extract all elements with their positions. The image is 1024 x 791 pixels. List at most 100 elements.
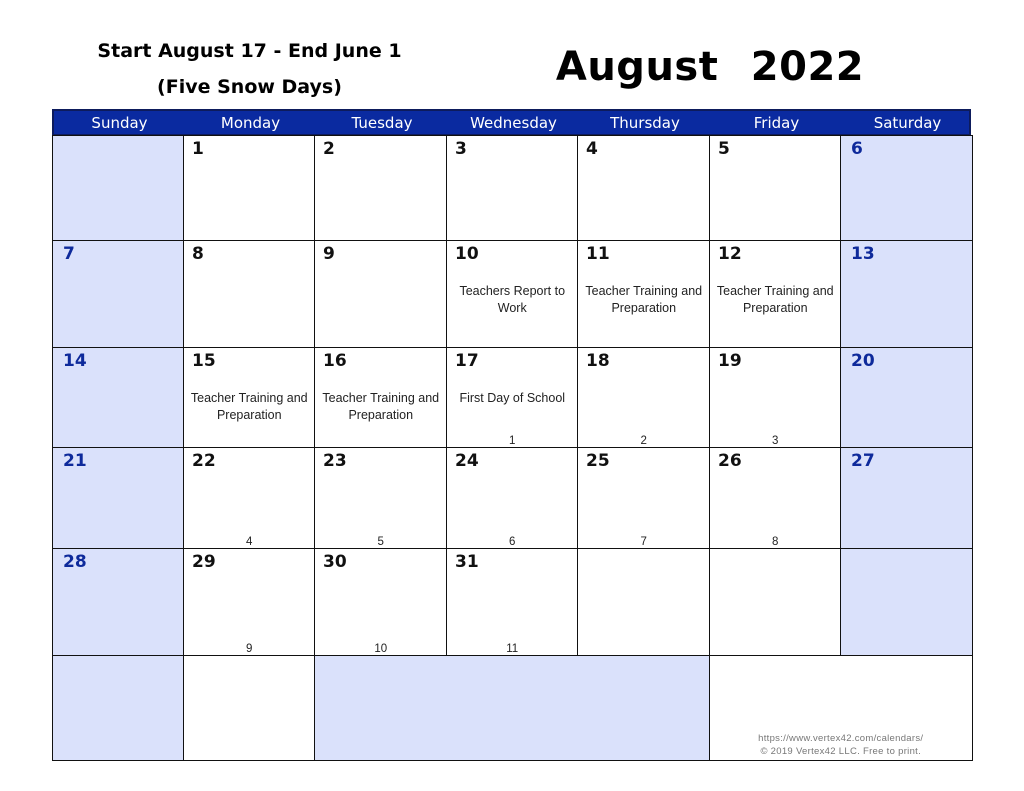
day-cell-27[interactable]: 27 bbox=[840, 447, 973, 550]
weekday-wednesday: Wednesday bbox=[470, 114, 557, 132]
day-number: 16 bbox=[323, 351, 347, 371]
day-cell-26[interactable]: 26 8 bbox=[709, 447, 842, 550]
vertex42-url-link[interactable]: https://www.vertex42.com/calendars/ bbox=[710, 732, 972, 745]
day-cell-6[interactable]: 6 bbox=[840, 135, 973, 242]
day-cell-30[interactable]: 30 10 bbox=[314, 548, 448, 657]
event-label: Teacher Training and Preparation bbox=[322, 391, 440, 422]
empty-day-cell[interactable] bbox=[52, 135, 185, 242]
day-cell-13[interactable]: 13 bbox=[840, 240, 973, 349]
day-cell-11[interactable]: 11 Teacher Training and Preparation bbox=[577, 240, 711, 349]
month-title: August 2022 bbox=[555, 44, 865, 90]
day-cell-17[interactable]: 17 First Day of School 1 bbox=[446, 347, 579, 449]
day-number: 10 bbox=[455, 244, 479, 264]
day-cell-31[interactable]: 31 11 bbox=[446, 548, 579, 657]
empty-day-cell[interactable] bbox=[709, 548, 842, 657]
weekday-saturday: Saturday bbox=[873, 114, 942, 132]
day-cell-3[interactable]: 3 bbox=[446, 135, 579, 242]
day-cell-4[interactable]: 4 bbox=[577, 135, 711, 242]
notes-cell-sunday bbox=[52, 655, 185, 761]
weekday-tuesday: Tuesday bbox=[351, 114, 413, 132]
school-day-count: 11 bbox=[506, 642, 519, 655]
day-number: 13 bbox=[851, 244, 875, 264]
day-cell-18[interactable]: 18 2 bbox=[577, 347, 711, 449]
calendar-grid: Sunday Monday Tuesday Wednesday Thursday Frid… bbox=[52, 109, 973, 761]
day-cell-8[interactable]: 8 bbox=[183, 240, 316, 349]
day-number: 7 bbox=[63, 244, 75, 264]
school-day-count: 4 bbox=[246, 535, 253, 548]
event-label: Teacher Training and Preparation bbox=[190, 391, 308, 422]
copyright-text: © 2019 Vertex42 LLC. Free to print. bbox=[760, 745, 922, 757]
notes-cell-monday bbox=[183, 655, 316, 761]
subtitle-snow-days: (Five Snow Days) bbox=[157, 76, 342, 98]
day-number: 31 bbox=[455, 552, 479, 572]
day-cell-20[interactable]: 20 bbox=[840, 347, 973, 449]
school-day-count: 9 bbox=[246, 642, 253, 655]
day-cell-9[interactable]: 9 bbox=[314, 240, 448, 349]
day-number: 30 bbox=[323, 552, 347, 572]
event-label: Teachers Report to Work bbox=[459, 284, 566, 315]
day-number: 20 bbox=[851, 351, 875, 371]
footer-cell: https://www.vertex42.com/calendars/© 201… bbox=[709, 655, 973, 761]
day-cell-28[interactable]: 28 bbox=[52, 548, 185, 657]
school-day-count: 7 bbox=[640, 535, 647, 548]
day-number: 14 bbox=[63, 351, 87, 371]
school-day-count: 3 bbox=[772, 434, 779, 447]
event-label: Teacher Training and Preparation bbox=[585, 284, 703, 315]
day-number: 17 bbox=[455, 351, 479, 371]
day-cell-10[interactable]: 10 Teachers Report to Work bbox=[446, 240, 579, 349]
day-cell-5[interactable]: 5 bbox=[709, 135, 842, 242]
empty-day-cell[interactable] bbox=[840, 548, 973, 657]
day-number: 4 bbox=[586, 139, 598, 159]
day-number: 1 bbox=[192, 139, 204, 159]
empty-day-cell[interactable] bbox=[577, 548, 711, 657]
day-cell-23[interactable]: 23 5 bbox=[314, 447, 448, 550]
day-number: 5 bbox=[718, 139, 730, 159]
school-day-count: 10 bbox=[374, 642, 388, 655]
day-cell-19[interactable]: 19 3 bbox=[709, 347, 842, 449]
day-number: 19 bbox=[718, 351, 742, 371]
day-number: 8 bbox=[192, 244, 204, 264]
subtitle-dates: Start August 17 - End June 1 bbox=[97, 40, 402, 62]
day-number: 21 bbox=[63, 451, 87, 471]
weekday-friday: Friday bbox=[753, 114, 800, 132]
day-number: 3 bbox=[455, 139, 467, 159]
school-day-count: 8 bbox=[772, 535, 779, 548]
day-number: 28 bbox=[63, 552, 87, 572]
day-number: 29 bbox=[192, 552, 216, 572]
day-cell-2[interactable]: 2 bbox=[314, 135, 448, 242]
day-number: 26 bbox=[718, 451, 742, 471]
day-cell-12[interactable]: 12 Teacher Training and Preparation bbox=[709, 240, 842, 349]
day-number: 27 bbox=[851, 451, 875, 471]
day-number: 18 bbox=[586, 351, 610, 371]
school-day-count: 1 bbox=[509, 434, 516, 447]
day-cell-21[interactable]: 21 bbox=[52, 447, 185, 550]
day-number: 24 bbox=[455, 451, 479, 471]
school-day-count: 5 bbox=[377, 535, 384, 548]
day-number: 12 bbox=[718, 244, 742, 264]
day-number: 23 bbox=[323, 451, 347, 471]
day-number: 6 bbox=[851, 139, 863, 159]
school-day-count: 2 bbox=[640, 434, 647, 447]
day-cell-22[interactable]: 22 4 bbox=[183, 447, 316, 550]
day-cell-15[interactable]: 15 Teacher Training and Preparation bbox=[183, 347, 316, 449]
day-number: 11 bbox=[586, 244, 610, 264]
day-cell-1[interactable]: 1 bbox=[183, 135, 316, 242]
day-number: 2 bbox=[323, 139, 335, 159]
weekday-header-row: Sunday Monday Tuesday Wednesday Thursday Frid… bbox=[52, 109, 971, 136]
event-label: Teacher Training and Preparation bbox=[716, 284, 834, 315]
day-cell-24[interactable]: 24 6 bbox=[446, 447, 579, 550]
day-cell-29[interactable]: 29 9 bbox=[183, 548, 316, 657]
day-cell-7[interactable]: 7 bbox=[52, 240, 185, 349]
day-cell-14[interactable]: 14 bbox=[52, 347, 185, 449]
weekday-thursday: Thursday bbox=[610, 114, 680, 132]
day-cell-16[interactable]: 16 Teacher Training and Preparation bbox=[314, 347, 448, 449]
day-number: 25 bbox=[586, 451, 610, 471]
weekday-monday: Monday bbox=[220, 114, 281, 132]
day-cell-25[interactable]: 25 7 bbox=[577, 447, 711, 550]
day-number: 22 bbox=[192, 451, 216, 471]
event-label: First Day of School bbox=[459, 391, 566, 405]
day-number: 9 bbox=[323, 244, 335, 264]
day-number: 15 bbox=[192, 351, 216, 371]
school-day-count: 6 bbox=[509, 535, 516, 548]
weekday-sunday: Sunday bbox=[91, 114, 148, 132]
